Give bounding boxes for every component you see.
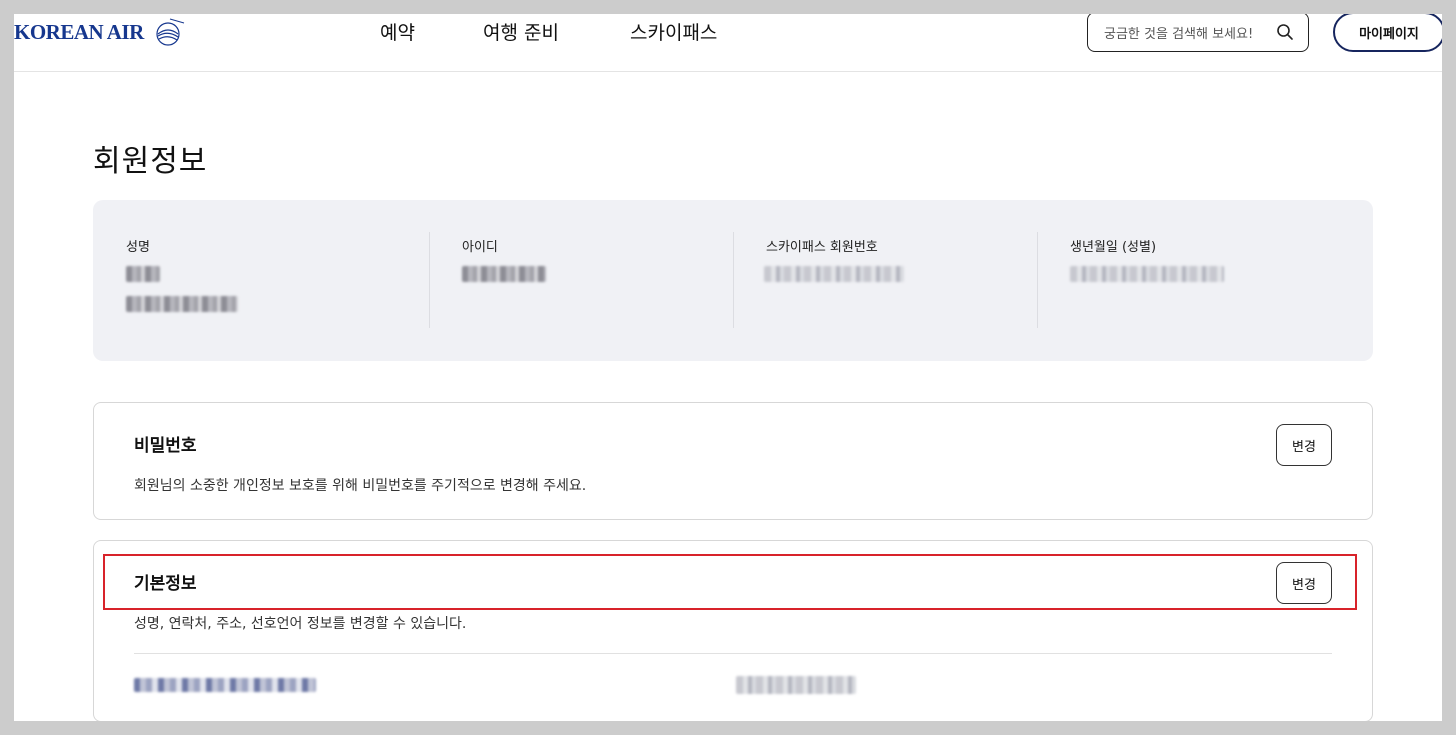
birth-value-redacted	[1070, 266, 1224, 282]
name-english-redacted	[126, 296, 238, 312]
nav-item-travel-prep[interactable]: 여행 준비	[483, 18, 559, 45]
summary-skypass: 스카이패스 회원번호	[733, 232, 1033, 328]
email-value-redacted	[134, 678, 316, 692]
birth-label: 생년월일 (성별)	[1070, 240, 1157, 255]
member-summary: 성명 아이디 스카이패스 회원번호 생년월일 (성별)	[93, 200, 1373, 361]
card-divider	[134, 653, 1332, 654]
mypage-button[interactable]: 마이페이지	[1333, 14, 1442, 52]
id-value-redacted	[462, 266, 546, 282]
skypass-label: 스카이패스 회원번호	[766, 240, 878, 255]
page-title: 회원정보	[93, 144, 208, 179]
basic-info-title: 기본정보	[134, 574, 197, 594]
basic-info-card: 기본정보 성명, 연락처, 주소, 선호언어 정보를 변경할 수 있습니다. 변…	[93, 540, 1373, 721]
summary-birth: 생년월일 (성별)	[1037, 232, 1337, 328]
search-input[interactable]: 궁금한 것을 검색해 보세요!	[1087, 14, 1309, 52]
logo-wordmark: KOREAN AIR	[14, 19, 144, 44]
name-value-redacted	[126, 266, 160, 282]
phone-value-redacted	[736, 676, 856, 694]
search-icon[interactable]	[1276, 23, 1294, 41]
nav-item-skypass[interactable]: 스카이패스	[630, 18, 717, 45]
search-placeholder: 궁금한 것을 검색해 보세요!	[1104, 26, 1254, 42]
korean-air-logo[interactable]: KOREAN AIR	[14, 17, 186, 47]
basic-info-change-button[interactable]: 변경	[1276, 562, 1332, 604]
nav-item-booking[interactable]: 예약	[380, 18, 415, 45]
name-label: 성명	[126, 240, 150, 255]
id-label: 아이디	[462, 240, 498, 255]
password-card: 비밀번호 회원님의 소중한 개인정보 보호를 위해 비밀번호를 주기적으로 변경…	[93, 402, 1373, 520]
browser-viewport: KOREAN AIR 예약 여행 준비 스카이패스 궁금한 것을 검색해 보세요…	[14, 14, 1442, 721]
summary-id: 아이디	[429, 232, 729, 328]
password-change-button[interactable]: 변경	[1276, 424, 1332, 466]
basic-info-description: 성명, 연락처, 주소, 선호언어 정보를 변경할 수 있습니다.	[134, 616, 467, 632]
summary-name: 성명	[126, 232, 426, 328]
password-title: 비밀번호	[134, 436, 197, 456]
password-description: 회원님의 소중한 개인정보 보호를 위해 비밀번호를 주기적으로 변경해 주세요…	[134, 478, 587, 494]
skyteam-emblem-icon	[156, 18, 184, 46]
skypass-value-redacted	[764, 266, 904, 282]
site-header: KOREAN AIR 예약 여행 준비 스카이패스 궁금한 것을 검색해 보세요…	[14, 14, 1442, 72]
